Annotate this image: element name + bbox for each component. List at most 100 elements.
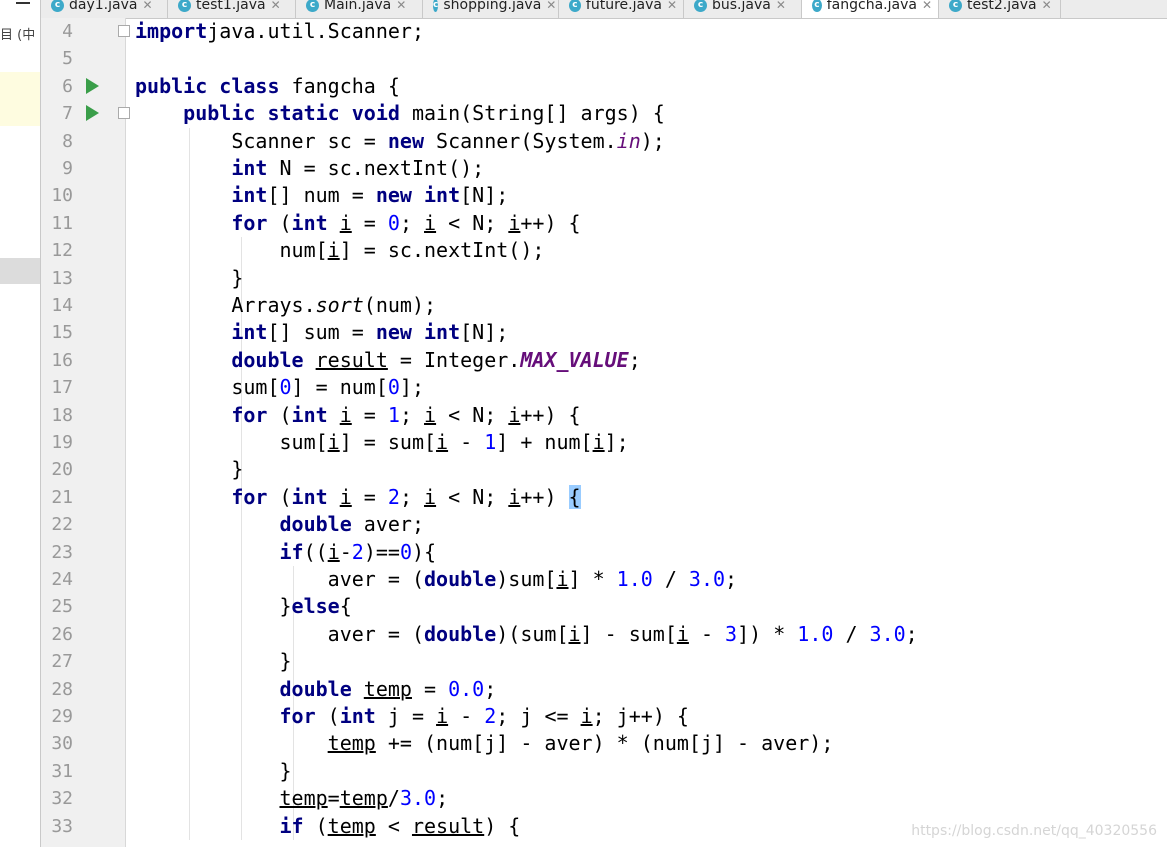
close-tab-icon[interactable]: ✕ xyxy=(142,0,152,12)
code-token: aver = ( xyxy=(135,567,424,591)
code-token: 3.0 xyxy=(688,567,726,591)
code-token: N = sc.nextInt(); xyxy=(279,156,485,180)
code-token: int xyxy=(291,484,340,509)
code-token: if xyxy=(279,813,316,838)
code-token: 2 xyxy=(351,539,364,564)
close-tab-icon[interactable]: ✕ xyxy=(1042,0,1052,12)
line-number: 24 xyxy=(51,569,73,590)
code-token: new xyxy=(387,128,437,153)
tab-fangcha[interactable]: c fangcha.java ✕ xyxy=(802,0,939,18)
fold-icon[interactable] xyxy=(118,25,130,37)
code-token: ] = sum[ xyxy=(339,430,437,454)
code-line[interactable]: double temp = 0.0; xyxy=(135,676,497,703)
line-number: 31 xyxy=(51,760,73,782)
code-line[interactable]: num[i] = sc.nextInt(); xyxy=(135,237,544,264)
code-token: for xyxy=(231,402,280,427)
code-token: 1.0 xyxy=(797,621,834,646)
code-token: i xyxy=(339,210,352,235)
close-tab-icon[interactable]: ✕ xyxy=(776,0,786,12)
code-line[interactable]: for (int i = 2; i < N; i++) { xyxy=(135,484,581,511)
code-token: for xyxy=(231,210,280,235)
code-token: 3.0 xyxy=(399,786,437,811)
code-token: [] sum = xyxy=(267,320,376,345)
code-token: ( xyxy=(315,813,328,838)
code-token: { xyxy=(339,594,352,619)
code-line[interactable]: } xyxy=(135,648,291,675)
code-line[interactable]: }else{ xyxy=(135,593,352,620)
code-token: = xyxy=(351,210,388,235)
tab-day1[interactable]: c day1.java ✕ xyxy=(41,0,168,18)
code-line[interactable]: } xyxy=(135,758,292,785)
code-line[interactable]: temp=temp/3.0; xyxy=(135,785,449,812)
code-token: = xyxy=(411,676,449,701)
code-line[interactable]: for (int i = 1; i < N; i++) { xyxy=(135,402,581,429)
run-icon[interactable] xyxy=(86,105,99,122)
code-line[interactable]: if((i-2)==0){ xyxy=(135,539,437,566)
code-token: } xyxy=(135,758,292,783)
code-token: for xyxy=(231,484,280,509)
code-line[interactable]: for (int i = 0; i < N; i++) { xyxy=(135,210,581,237)
code-token: 0 xyxy=(279,375,292,400)
code-token: int xyxy=(231,183,268,208)
code-line[interactable]: sum[0] = num[0]; xyxy=(135,374,424,401)
code-line[interactable]: importjava.util.Scanner; xyxy=(135,18,424,45)
code-token: ( xyxy=(279,210,292,235)
close-tab-icon[interactable]: ✕ xyxy=(922,0,932,12)
tab-bus[interactable]: c bus.java ✕ xyxy=(684,0,802,18)
tab-test1[interactable]: c test1.java ✕ xyxy=(168,0,296,18)
code-line[interactable]: Scanner sc = new Scanner(System.in); xyxy=(135,128,665,155)
code-line[interactable]: temp += (num[j] - aver) * (num[j] - aver… xyxy=(135,730,834,757)
code-token: ++) xyxy=(520,484,569,509)
code-token: ; xyxy=(905,621,918,646)
code-token: i xyxy=(327,539,340,564)
code-line[interactable]: Arrays.sort(num); xyxy=(135,292,436,319)
tab-main[interactable]: c Main.java ✕ xyxy=(296,0,423,18)
code-line[interactable]: int N = sc.nextInt(); xyxy=(135,155,484,182)
code-line[interactable]: sum[i] = sum[i - 1] + num[i]; xyxy=(135,429,629,456)
code-line[interactable]: public class fangcha { xyxy=(135,73,400,100)
code-token: sort xyxy=(315,293,364,317)
code-line[interactable]: int[] num = new int[N]; xyxy=(135,182,508,209)
code-line[interactable]: if (temp < result) { xyxy=(135,813,521,840)
code-token: ++) { xyxy=(520,402,581,427)
tab-label: test1.java xyxy=(196,0,266,13)
close-tab-icon[interactable]: ✕ xyxy=(667,0,677,12)
close-tab-icon[interactable]: ✕ xyxy=(546,0,556,12)
line-number: 30 xyxy=(51,733,73,755)
code-line[interactable]: double aver; xyxy=(135,511,425,538)
fold-icon[interactable] xyxy=(118,107,130,120)
tab-future[interactable]: c future.java ✕ xyxy=(559,0,684,18)
code-token: main(String[] args) { xyxy=(411,101,665,126)
code-token: java.util.Scanner; xyxy=(207,19,424,43)
tab-test2[interactable]: c test2.java ✕ xyxy=(939,0,1061,18)
code-token: int xyxy=(231,156,280,180)
code-line[interactable]: public static void main(String[] args) { xyxy=(135,100,665,127)
code-line[interactable]: double result = Integer.MAX_VALUE; xyxy=(135,347,640,374)
code-token: ]; xyxy=(604,430,629,454)
minimize-icon[interactable] xyxy=(16,2,30,4)
code-line[interactable]: } xyxy=(135,265,243,292)
code-token: public class xyxy=(135,73,292,98)
code-token: int xyxy=(339,704,388,728)
run-icon[interactable] xyxy=(86,77,99,94)
code-token: ] = sc.nextInt(); xyxy=(339,238,545,263)
code-token: in xyxy=(616,128,641,153)
code-token: ++) { xyxy=(520,210,581,235)
code-line[interactable]: aver = (double)sum[i] * 1.0 / 3.0; xyxy=(135,566,737,593)
hover-row-highlight xyxy=(0,258,40,284)
code-token: ]) * xyxy=(737,621,798,646)
class-c-icon: c xyxy=(694,0,707,12)
close-tab-icon[interactable]: ✕ xyxy=(396,0,406,12)
code-token: i xyxy=(424,402,437,427)
tab-shopping[interactable]: c shopping.java ✕ xyxy=(423,0,559,18)
code-line[interactable]: aver = (double)(sum[i] - sum[i - 3]) * 1… xyxy=(135,621,918,648)
code-token: i xyxy=(327,430,340,454)
code-token: (( xyxy=(303,539,328,564)
code-line[interactable]: } xyxy=(135,456,243,483)
code-line[interactable]: int[] sum = new int[N]; xyxy=(135,319,508,346)
close-tab-icon[interactable]: ✕ xyxy=(271,0,281,12)
code-line[interactable]: for (int j = i - 2; j <= i; j++) { xyxy=(135,703,689,730)
